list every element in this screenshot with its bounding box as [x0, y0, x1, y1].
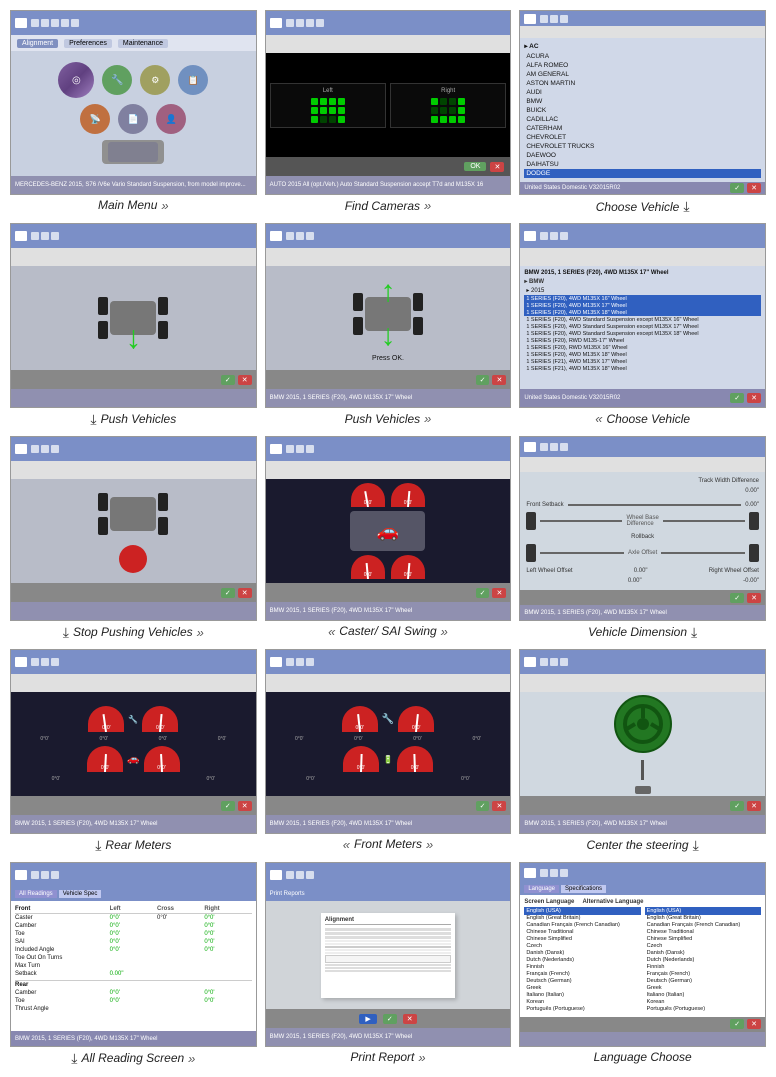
caption-language-choose: Language Choose	[594, 1050, 692, 1064]
cell-vehicle-dimension: Track Width Difference 0.00" Front Setba…	[519, 436, 766, 641]
screen-push-vehicles-2: ↑ ↓ Press OK. ✓ ✕ BMW 2015, 1 SERIES (F2…	[265, 223, 512, 408]
caption-text-choose-vehicle-2: Choose Vehicle	[606, 412, 690, 426]
arrow-push-2: »	[424, 411, 431, 426]
caption-text-print-report: Print Report	[350, 1050, 414, 1064]
caption-caster-sai: « Caster/ SAI Swing »	[328, 624, 448, 639]
caption-text-choose-vehicle-1: Choose Vehicle	[596, 200, 680, 214]
arrow-stop-after: »	[197, 625, 204, 640]
caption-front-meters: « Front Meters »	[343, 837, 433, 852]
caption-text-push-vehicles-1: Push Vehicles	[101, 412, 177, 426]
cell-center-steering: ✓ ✕ BMW 2015, 1 SERIES (F20), 4WD M135X …	[519, 649, 766, 854]
arrow-reading-after: »	[188, 1051, 195, 1066]
caption-text-caster-sai: Caster/ SAI Swing	[339, 624, 436, 638]
cell-main-menu: Alignment Preferences Maintenance ◎ 🔧 ⚙ …	[10, 10, 257, 215]
screen-main-menu: Alignment Preferences Maintenance ◎ 🔧 ⚙ …	[10, 10, 257, 195]
caption-print-report: Print Report »	[350, 1050, 425, 1065]
arrow-reading-before: ⤓	[71, 1050, 77, 1067]
caption-text-push-vehicles-2: Push Vehicles	[345, 412, 421, 426]
screen-center-steering: ✓ ✕ BMW 2015, 1 SERIES (F20), 4WD M135X …	[519, 649, 766, 834]
screen-caster-sai: 0°0' 0°0' 🚗	[265, 436, 512, 621]
caption-text-front-meters: Front Meters	[354, 837, 422, 851]
caption-text-language-choose: Language Choose	[594, 1050, 692, 1064]
cell-push-vehicles-2: ↑ ↓ Press OK. ✓ ✕ BMW 2015, 1 SERIES (F2…	[265, 223, 512, 428]
arrow-push-1-before: ⤓	[90, 411, 96, 428]
caption-vehicle-dimension: Vehicle Dimension ⤓	[588, 624, 697, 641]
arrow-choose-vehicle-2: «	[595, 411, 602, 426]
cell-find-cameras: Left	[265, 10, 512, 215]
caption-find-cameras: Find Cameras »	[345, 198, 432, 213]
arrow-front-before: «	[343, 837, 350, 852]
screen-choose-vehicle-2: BMW 2015, 1 SERIES (F20), 4WD M135X 17" …	[519, 223, 766, 408]
cell-push-vehicles-1: ↓ ✓ ✕ ⤓ Push Vehicles	[10, 223, 257, 428]
cell-print-report: Print Reports Alignment	[265, 862, 512, 1067]
caption-rear-meters: ⤓ Rear Meters	[95, 837, 171, 854]
screen-language-choose: Language Specifications Screen Language …	[519, 862, 766, 1047]
cell-choose-vehicle-1: ▸ AC ACURA ALFA ROMEO AM GENERAL ASTON M…	[519, 10, 766, 215]
caption-choose-vehicle-1: Choose Vehicle ⤓	[596, 198, 690, 215]
cell-front-meters: 0°0' 🔧 0°0' 0°0'0°0'0°0'0°0' 0°0' 🔋	[265, 649, 512, 854]
arrow-print: »	[418, 1050, 425, 1065]
caption-text-all-reading: All Reading Screen	[81, 1051, 184, 1065]
caption-choose-vehicle-2: « Choose Vehicle	[595, 411, 690, 426]
arrow-dimension: ⤓	[691, 624, 697, 641]
arrow-main-menu: »	[161, 198, 168, 213]
caption-all-reading: ⤓ All Reading Screen »	[71, 1050, 195, 1067]
arrow-caster-before: «	[328, 624, 335, 639]
cell-rear-meters: 0°0' 🔧 0°0' 0°0'0°0'0°0'0°0' 0°0'	[10, 649, 257, 854]
caption-push-vehicles-1: ⤓ Push Vehicles	[90, 411, 176, 428]
caption-main-menu: Main Menu »	[98, 198, 169, 213]
arrow-front-after: »	[426, 837, 433, 852]
caption-text-vehicle-dimension: Vehicle Dimension	[588, 625, 687, 639]
arrow-steering: ⤓	[693, 837, 699, 854]
screen-all-reading: All Readings Vehicle Spec FrontLeftCross…	[10, 862, 257, 1047]
screen-front-meters: 0°0' 🔧 0°0' 0°0'0°0'0°0'0°0' 0°0' 🔋	[265, 649, 512, 834]
cell-language-choose: Language Specifications Screen Language …	[519, 862, 766, 1067]
screen-stop-pushing: ✓ ✕	[10, 436, 257, 621]
cell-caster-sai: 0°0' 0°0' 🚗	[265, 436, 512, 641]
screen-find-cameras: Left	[265, 10, 512, 195]
cell-choose-vehicle-2: BMW 2015, 1 SERIES (F20), 4WD M135X 17" …	[519, 223, 766, 428]
caption-text-stop-pushing: Stop Pushing Vehicles	[73, 625, 193, 639]
cell-stop-pushing: ✓ ✕ ⤓ Stop Pushing Vehicles »	[10, 436, 257, 641]
screen-print-report: Print Reports Alignment	[265, 862, 512, 1047]
screen-push-vehicles-1: ↓ ✓ ✕	[10, 223, 257, 408]
screen-choose-vehicle-1: ▸ AC ACURA ALFA ROMEO AM GENERAL ASTON M…	[519, 10, 766, 195]
caption-push-vehicles-2: Push Vehicles »	[345, 411, 432, 426]
screen-rear-meters: 0°0' 🔧 0°0' 0°0'0°0'0°0'0°0' 0°0'	[10, 649, 257, 834]
cell-all-reading: All Readings Vehicle Spec FrontLeftCross…	[10, 862, 257, 1067]
caption-text-rear-meters: Rear Meters	[105, 838, 171, 852]
caption-text-center-steering: Center the steering	[587, 838, 689, 852]
caption-center-steering: Center the steering ⤓	[587, 837, 699, 854]
caption-text-find-cameras: Find Cameras	[345, 199, 420, 213]
arrow-rear-before: ⤓	[95, 837, 101, 854]
screen-vehicle-dimension: Track Width Difference 0.00" Front Setba…	[519, 436, 766, 621]
caption-stop-pushing: ⤓ Stop Pushing Vehicles »	[63, 624, 204, 641]
screenshot-grid: Alignment Preferences Maintenance ◎ 🔧 ⚙ …	[10, 10, 766, 1067]
arrow-find-cameras: »	[424, 198, 431, 213]
arrow-caster-after: »	[441, 624, 448, 639]
caption-text-main-menu: Main Menu	[98, 198, 157, 212]
arrow-choose-vehicle-1: ⤓	[683, 198, 689, 215]
arrow-stop-before: ⤓	[63, 624, 69, 641]
